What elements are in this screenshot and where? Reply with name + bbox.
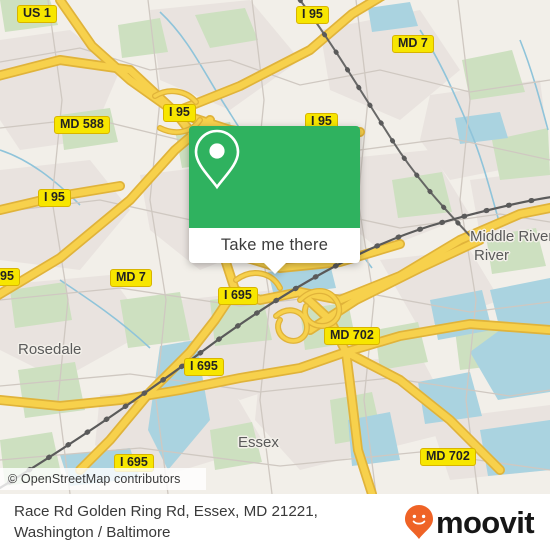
route-shield-md-7: MD 7 bbox=[392, 35, 434, 53]
place-label-middle-river: Middle River bbox=[470, 228, 550, 245]
place-label-middle-river-line2: River bbox=[474, 247, 510, 264]
osm-attribution[interactable]: © OpenStreetMap contributors bbox=[0, 468, 206, 490]
address-block: Race Rd Golden Ring Rd, Essex, MD 21221,… bbox=[14, 501, 318, 543]
popup-footer[interactable]: Take me there bbox=[189, 228, 360, 263]
route-shield-us-1: US 1 bbox=[17, 5, 57, 23]
popup-pointer-tail bbox=[263, 263, 286, 274]
moovit-smiley-pin-icon bbox=[404, 505, 433, 539]
map-pin-icon bbox=[194, 129, 240, 190]
route-shield-i-695: I 695 bbox=[218, 287, 258, 305]
place-label-essex: Essex bbox=[238, 434, 279, 451]
moovit-logo[interactable]: moovit bbox=[404, 504, 535, 540]
route-shield-md-702-2: MD 702 bbox=[420, 448, 476, 466]
moovit-wordmark: moovit bbox=[435, 504, 535, 540]
route-shield-i-695-2: I 695 bbox=[184, 358, 224, 376]
route-shield-md-7-2: MD 7 bbox=[110, 269, 152, 287]
map-canvas[interactable]: Rosedale Essex Middle River River US 1 I… bbox=[0, 0, 550, 494]
address-line-1: Race Rd Golden Ring Rd, Essex, MD 21221, bbox=[14, 503, 318, 520]
bottom-bar: Race Rd Golden Ring Rd, Essex, MD 21221,… bbox=[0, 494, 550, 550]
map-screenshot: Rosedale Essex Middle River River US 1 I… bbox=[0, 0, 550, 550]
address-line-2: Washington / Baltimore bbox=[14, 524, 171, 541]
popup-header bbox=[189, 126, 360, 228]
route-shield-i-95-4: I 95 bbox=[38, 189, 71, 207]
route-shield-md-702: MD 702 bbox=[324, 327, 380, 345]
route-shield-md-588: MD 588 bbox=[54, 116, 110, 134]
location-popup[interactable]: Take me there bbox=[189, 126, 360, 274]
take-me-there-label: Take me there bbox=[220, 236, 329, 254]
osm-attribution-text: © OpenStreetMap contributors bbox=[8, 472, 181, 486]
route-shield-i-95: I 95 bbox=[296, 6, 329, 24]
route-shield-95-edge: 95 bbox=[0, 268, 20, 286]
route-shield-i-95-2: I 95 bbox=[163, 104, 196, 122]
place-label-rosedale: Rosedale bbox=[18, 341, 82, 358]
